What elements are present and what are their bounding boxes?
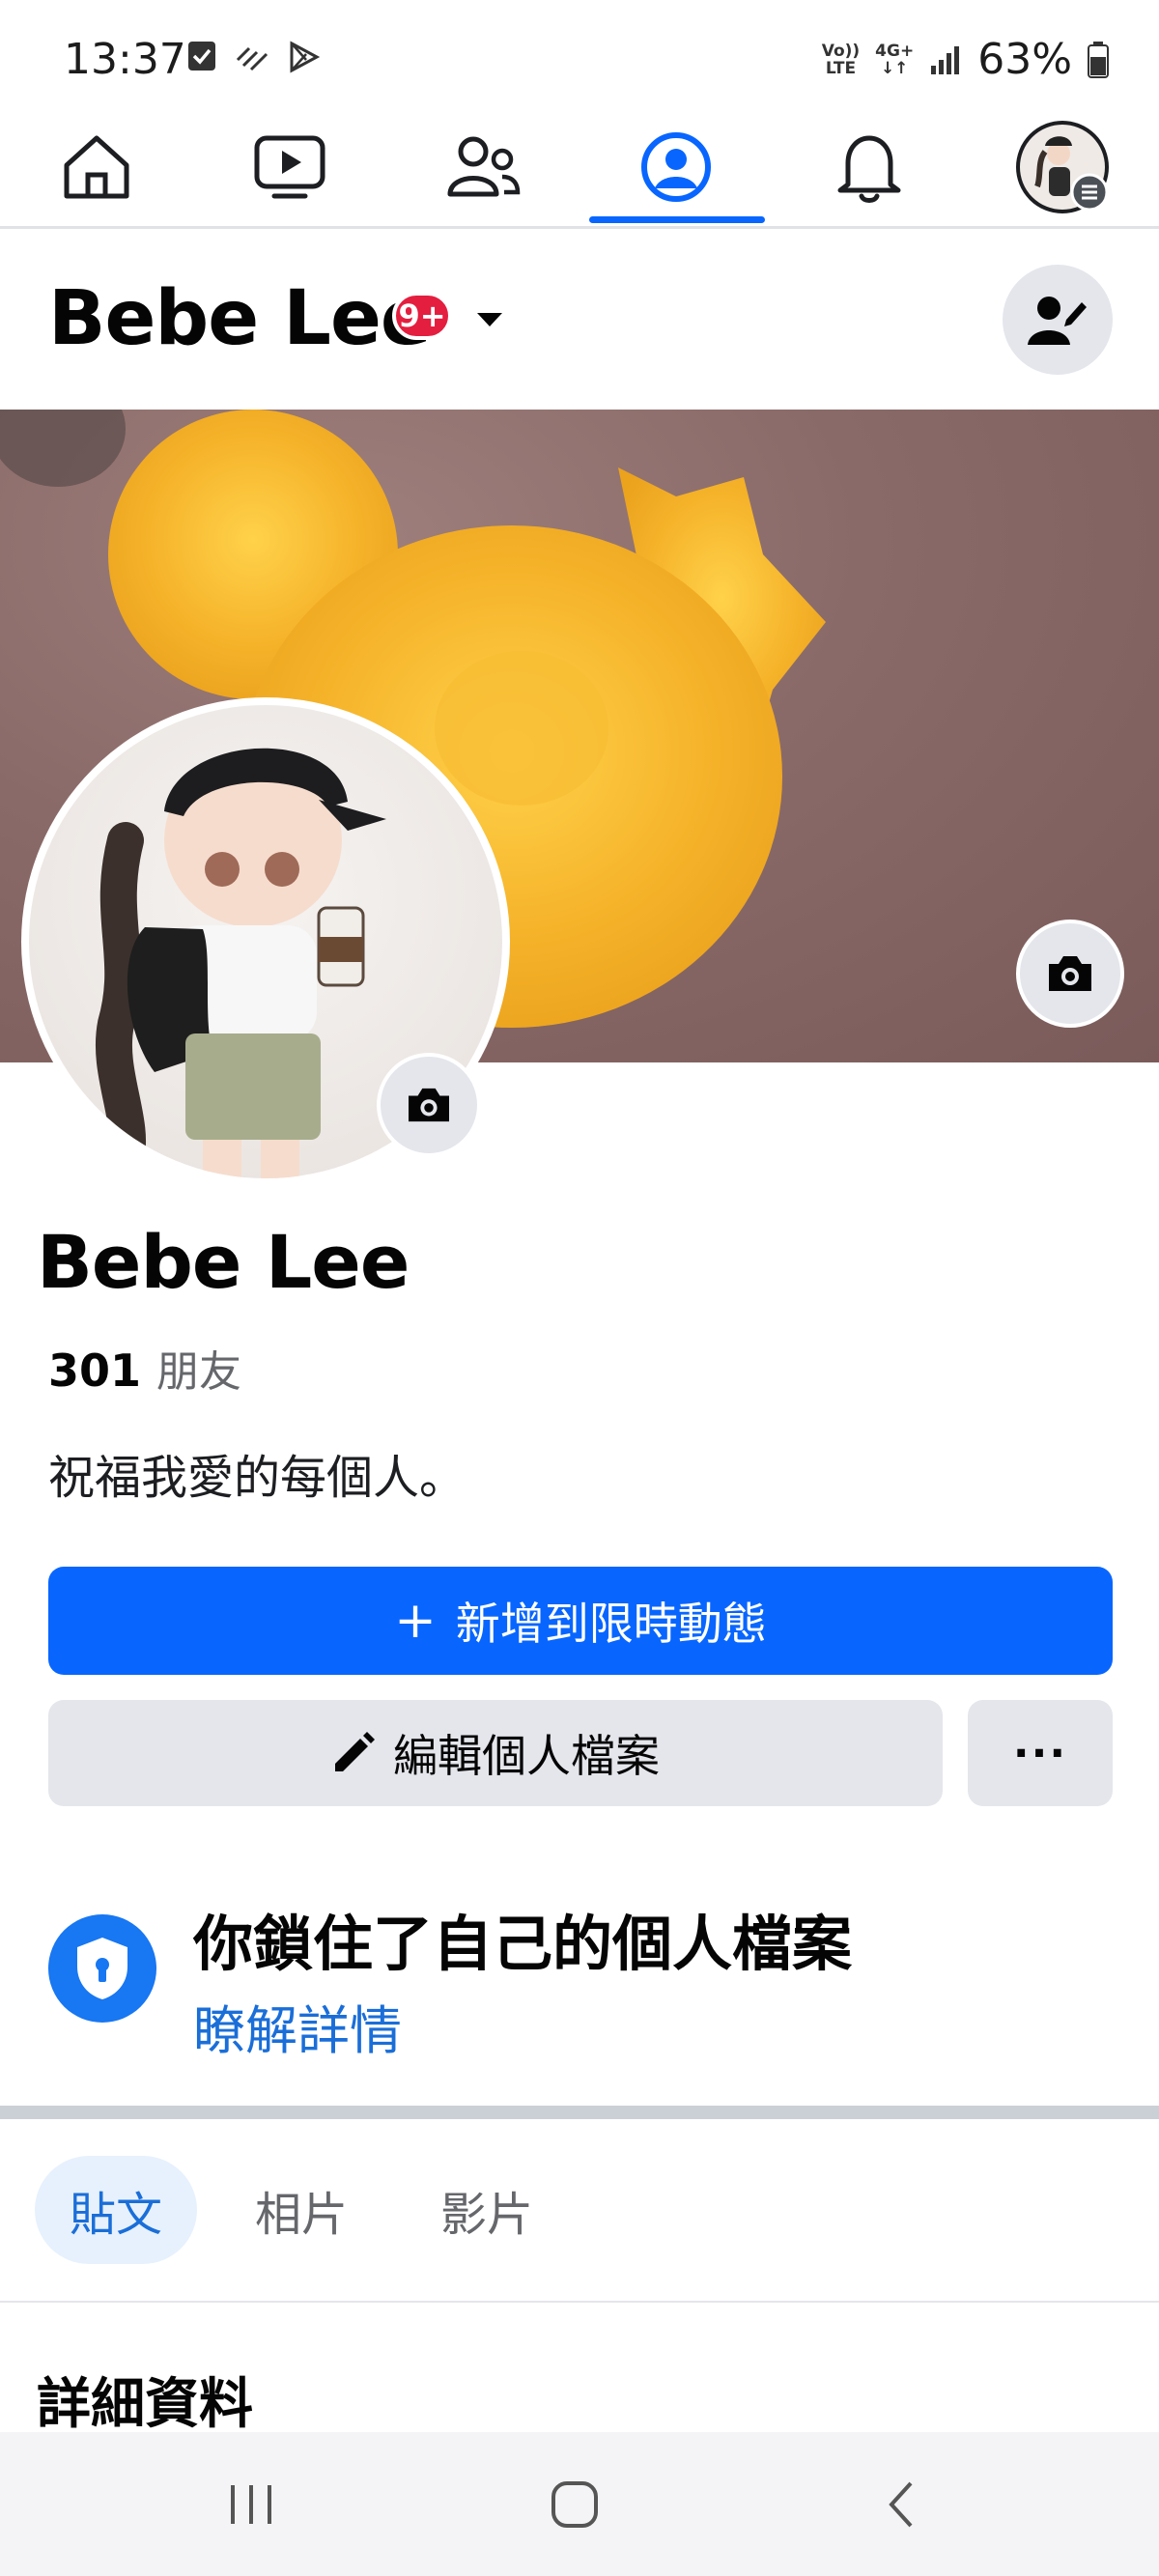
nav-menu[interactable] xyxy=(966,108,1159,226)
add-to-story-button[interactable]: + 新增到限時動態 xyxy=(48,1567,1113,1675)
volte-indicator: Vo)) LTE xyxy=(821,41,861,78)
home-icon xyxy=(64,135,129,199)
profile-lock-badge xyxy=(48,1914,156,2023)
home-button-icon xyxy=(551,2481,598,2528)
tab-photos[interactable]: 相片 xyxy=(220,2156,382,2264)
signal-icon xyxy=(236,46,269,71)
caret-down-icon[interactable] xyxy=(475,311,504,328)
recent-apps-button[interactable] xyxy=(212,2471,290,2538)
add-to-story-label: 新增到限時動態 xyxy=(455,1598,767,1650)
status-bar: 13:37 Vo)) LTE 4G+ ↓↑ 63% xyxy=(0,0,1159,108)
top-nav-bar xyxy=(0,108,1159,229)
edit-profile-button[interactable]: 編輯個人檔案 xyxy=(48,1700,943,1806)
profile-name: Bebe Lee xyxy=(37,1219,410,1305)
play-store-icon xyxy=(290,41,321,73)
profile-locked-title: 你鎖住了自己的個人檔案 xyxy=(193,1909,853,1979)
edit-profile-label: 編輯個人檔案 xyxy=(393,1730,660,1782)
header-name[interactable]: Bebe Lee xyxy=(48,275,432,362)
friend-label: 朋友 xyxy=(156,1347,242,1397)
nav-notifications[interactable] xyxy=(773,108,966,226)
camera-icon xyxy=(1049,956,1091,991)
back-button[interactable] xyxy=(862,2471,940,2538)
person-edit-icon xyxy=(1028,297,1087,345)
checkbox-icon xyxy=(188,42,215,71)
section-divider xyxy=(0,2106,1159,2119)
battery-percent: 63% xyxy=(977,35,1072,84)
nav-active-indicator xyxy=(589,216,765,223)
notification-badge: 9+ xyxy=(392,292,452,340)
nav-video[interactable] xyxy=(193,108,386,226)
learn-more-link[interactable]: 瞭解詳情 xyxy=(193,1988,402,2064)
tabs-divider xyxy=(0,2301,1159,2303)
network-type: 4G+ ↓↑ xyxy=(875,41,915,78)
bell-icon xyxy=(837,135,901,203)
signal-bars-icon xyxy=(931,45,960,74)
nav-profile[interactable] xyxy=(580,108,773,226)
tab-videos[interactable]: 影片 xyxy=(406,2156,568,2264)
cover-camera-button[interactable] xyxy=(1016,920,1124,1028)
profile-bio: 祝福我愛的每個人。 xyxy=(48,1451,466,1505)
friends-summary[interactable]: 301 朋友 xyxy=(48,1337,241,1399)
back-icon xyxy=(889,2481,913,2528)
content-tabs: 貼文 相片 影片 xyxy=(35,2156,568,2264)
nav-friends[interactable] xyxy=(386,108,580,226)
friends-icon xyxy=(447,136,521,197)
details-title: 詳細資料 xyxy=(37,2373,253,2436)
nav-home[interactable] xyxy=(0,108,193,226)
home-system-button[interactable] xyxy=(536,2471,613,2538)
more-options-button[interactable]: ··· xyxy=(968,1700,1113,1806)
avatar-edit-button[interactable] xyxy=(1003,265,1113,375)
profile-icon xyxy=(641,132,711,202)
camera-icon xyxy=(409,1088,449,1122)
video-icon xyxy=(254,135,325,199)
menu-avatar-icon xyxy=(1016,121,1109,213)
tab-posts[interactable]: 貼文 xyxy=(35,2156,198,2264)
avatar-camera-button[interactable] xyxy=(377,1053,481,1157)
friend-count: 301 xyxy=(48,1345,142,1397)
status-time: 13:37 xyxy=(64,35,186,84)
shield-lock-icon xyxy=(77,1938,127,1999)
battery-icon xyxy=(1088,41,1109,78)
recents-icon xyxy=(231,2485,271,2524)
status-right: Vo)) LTE 4G+ ↓↑ 63% xyxy=(822,35,1109,84)
pencil-icon xyxy=(335,1732,375,1771)
plus-icon: + xyxy=(394,1592,437,1650)
